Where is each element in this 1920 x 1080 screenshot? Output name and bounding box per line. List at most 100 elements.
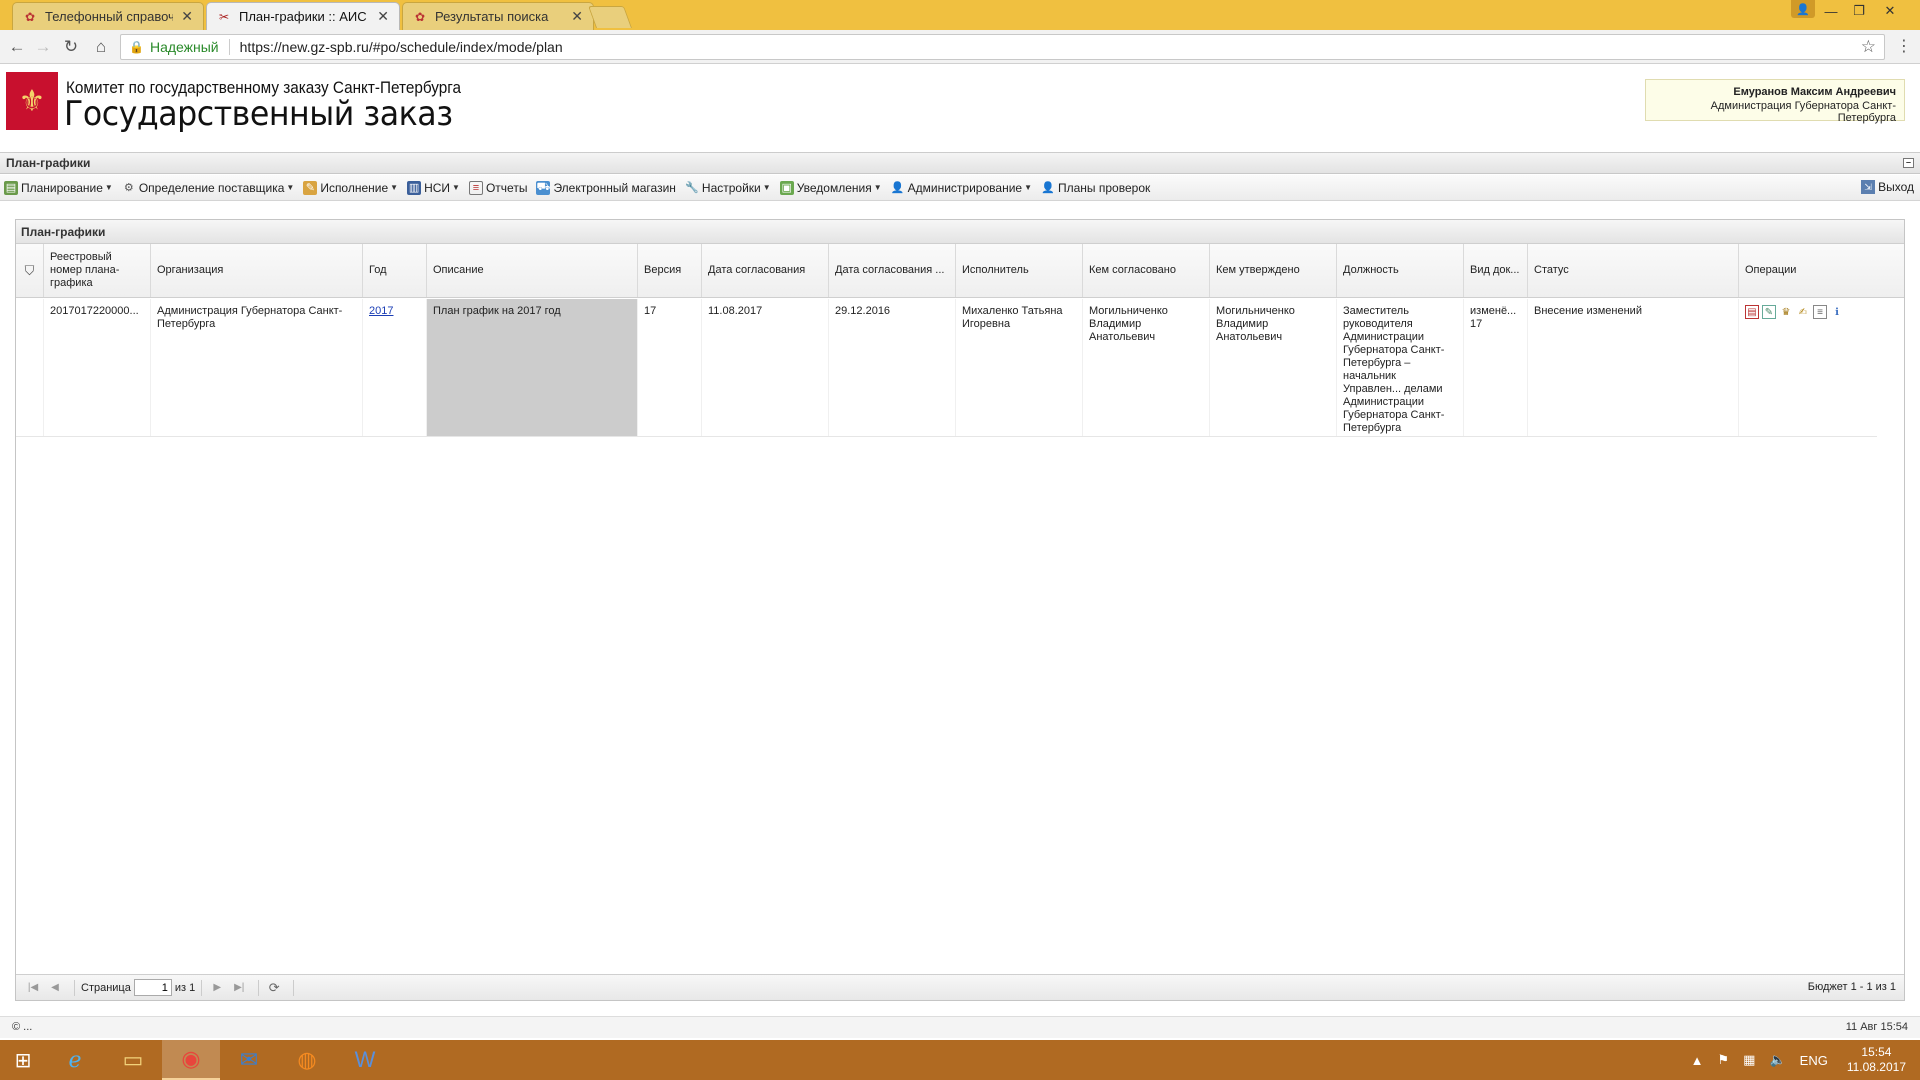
- window-close-button[interactable]: ✕: [1876, 0, 1904, 22]
- col-status[interactable]: Статус: [1528, 244, 1739, 297]
- taskbar-clock[interactable]: 15:54 11.08.2017: [1847, 1045, 1906, 1075]
- home-icon[interactable]: ⌂: [90, 36, 112, 58]
- reload-icon[interactable]: ↻: [60, 36, 82, 58]
- logout-icon: ⇲: [1861, 180, 1876, 194]
- prev-page-icon[interactable]: ◀: [46, 980, 64, 996]
- view-document-icon[interactable]: ▤: [1745, 305, 1759, 319]
- back-icon[interactable]: ←: [6, 36, 28, 58]
- menu-e-shop[interactable]: ⛟ Электронный магазин: [536, 180, 676, 195]
- cell-description[interactable]: План график на 2017 год: [427, 299, 638, 436]
- menu-planning[interactable]: ▤ Планирование ▼: [4, 180, 113, 195]
- browser-tab-schedules[interactable]: ✂ План-графики :: АИС ГЗ ✕: [206, 2, 400, 30]
- collapse-button[interactable]: –: [1903, 158, 1914, 168]
- network-icon[interactable]: ▦: [1743, 1052, 1755, 1068]
- forward-icon[interactable]: →: [32, 36, 54, 58]
- close-icon[interactable]: ✕: [181, 8, 193, 25]
- print-document-icon[interactable]: ≡: [1813, 305, 1827, 319]
- module-title: План-графики: [6, 156, 91, 170]
- new-tab-button[interactable]: [587, 6, 633, 28]
- col-description[interactable]: Описание: [427, 244, 638, 297]
- url-text: https://new.gz-spb.ru/#po/schedule/index…: [239, 39, 563, 55]
- col-approval-date[interactable]: Дата согласования: [702, 244, 829, 297]
- dropdown-arrow-icon: ▼: [1024, 183, 1032, 192]
- profile-icon[interactable]: 👤: [1791, 0, 1815, 18]
- grid-title: План-графики: [16, 220, 1904, 244]
- language-indicator[interactable]: ENG: [1800, 1053, 1828, 1068]
- menu-notifications[interactable]: ▣ Уведомления ▼: [779, 180, 882, 195]
- execution-icon: ✎: [303, 180, 318, 195]
- browser-tab-search-results[interactable]: ✿ Результаты поиска ✕: [402, 2, 594, 30]
- col-reg-number[interactable]: Реестровый номер плана-графика: [44, 244, 151, 297]
- col-agreed-by[interactable]: Кем согласовано: [1083, 244, 1210, 297]
- seal-icon: ✿: [24, 9, 36, 24]
- windows-start-icon[interactable]: ⊞: [0, 1040, 46, 1080]
- col-operations[interactable]: Операции: [1739, 244, 1904, 297]
- main-menu-toolbar: ▤ Планирование ▼ ⚙ Определение поставщика…: [0, 175, 1920, 201]
- menu-inspection-plans[interactable]: 👤 Планы проверок: [1041, 181, 1150, 195]
- minimize-button[interactable]: —: [1817, 0, 1845, 22]
- year-link[interactable]: 2017: [369, 305, 393, 317]
- browser-title-bar: ✿ Телефонный справочни ✕ ✂ План-графики …: [0, 0, 1920, 30]
- page-total: из 1: [174, 981, 196, 994]
- col-version[interactable]: Версия: [638, 244, 702, 297]
- menu-reports[interactable]: ≡ Отчеты: [468, 180, 527, 195]
- col-position[interactable]: Должность: [1337, 244, 1464, 297]
- word-icon[interactable]: W: [336, 1040, 394, 1080]
- menu-administration[interactable]: 👤 Администрирование ▼: [891, 181, 1032, 195]
- dropdown-arrow-icon: ▼: [390, 183, 399, 192]
- tab-label: Телефонный справочни: [45, 9, 174, 24]
- lock-icon: 🔒: [129, 40, 144, 54]
- file-explorer-icon[interactable]: ▭: [104, 1040, 162, 1080]
- cell-status: Внесение изменений: [1528, 299, 1739, 436]
- close-icon[interactable]: ✕: [571, 8, 583, 25]
- flag-icon[interactable]: ⚑: [1718, 1052, 1730, 1068]
- last-page-icon[interactable]: ▶|: [230, 980, 248, 996]
- col-year[interactable]: Год: [363, 244, 427, 297]
- menu-supplier-selection[interactable]: ⚙ Определение поставщика ▼: [122, 181, 294, 195]
- col-organization[interactable]: Организация: [151, 244, 363, 297]
- tab-label: Результаты поиска: [435, 9, 549, 24]
- volume-icon[interactable]: 🔈: [1769, 1052, 1785, 1068]
- next-page-icon[interactable]: ▶: [208, 980, 226, 996]
- pager-separator: [74, 979, 75, 996]
- col-doc-type[interactable]: Вид док...: [1464, 244, 1528, 297]
- menu-nsi[interactable]: ▥ НСИ ▼: [407, 180, 460, 195]
- bookmark-star-icon[interactable]: ☆: [1861, 37, 1876, 57]
- windows-taskbar: ⊞ ℯ ▭ ◉ ✉ ◍ W ▲ ⚑ ▦ 🔈 ENG 15:54 11.08.20…: [0, 1040, 1920, 1080]
- outlook-icon[interactable]: ✉: [220, 1040, 278, 1080]
- col-approved-by[interactable]: Кем утверждено: [1210, 244, 1337, 297]
- url-input[interactable]: 🔒 Надежный https://new.gz-spb.ru/#po/sch…: [120, 34, 1885, 60]
- seal-icon: ✿: [414, 9, 426, 24]
- inspector-icon: 👤: [1041, 182, 1055, 194]
- browser-menu-icon[interactable]: ⋮: [1896, 36, 1912, 56]
- sign-icon[interactable]: ✍: [1796, 305, 1810, 319]
- internet-explorer-icon[interactable]: ℯ: [46, 1040, 104, 1080]
- refresh-icon[interactable]: ⟳: [265, 980, 283, 996]
- dropdown-arrow-icon: ▼: [286, 183, 295, 192]
- edit-document-icon[interactable]: ✎: [1762, 305, 1776, 319]
- menu-settings[interactable]: 🔧 Настройки ▼: [685, 181, 771, 195]
- grid-pager: |◀ ◀ Страница из 1 ▶ ▶| ⟳ Бюджет 1 - 1 и…: [16, 974, 1904, 1000]
- col-executor[interactable]: Исполнитель: [956, 244, 1083, 297]
- browser-tab-phonebook[interactable]: ✿ Телефонный справочни ✕: [12, 2, 204, 30]
- firefox-icon[interactable]: ◍: [278, 1040, 336, 1080]
- menu-execution[interactable]: ✎ Исполнение ▼: [303, 180, 399, 195]
- tray-expand-icon[interactable]: ▲: [1691, 1053, 1704, 1068]
- filter-icon[interactable]: ⛉: [16, 244, 44, 297]
- table-row[interactable]: 2017017220000... Администрация Губернато…: [16, 299, 1877, 437]
- tab-label: План-графики :: АИС ГЗ: [239, 9, 369, 24]
- admin-user-icon: 👤: [890, 182, 905, 194]
- chrome-icon[interactable]: ◉: [162, 1040, 220, 1080]
- emblem-icon[interactable]: ♛: [1779, 305, 1793, 319]
- cell-reg-number: 2017017220000...: [44, 299, 151, 436]
- user-name: Емуранов Максим Андреевич: [1733, 86, 1896, 98]
- dropdown-arrow-icon: ▼: [104, 183, 113, 192]
- cell-approval-date: 11.08.2017: [702, 299, 829, 436]
- info-icon[interactable]: ℹ: [1830, 305, 1844, 319]
- restore-button[interactable]: ❐: [1845, 0, 1873, 22]
- col-approval-date-2[interactable]: Дата согласования ...: [829, 244, 956, 297]
- close-icon[interactable]: ✕: [377, 8, 389, 25]
- first-page-icon[interactable]: |◀: [24, 980, 42, 996]
- page-number-input[interactable]: [133, 979, 172, 996]
- logout-button[interactable]: ⇲ Выход: [1861, 180, 1914, 194]
